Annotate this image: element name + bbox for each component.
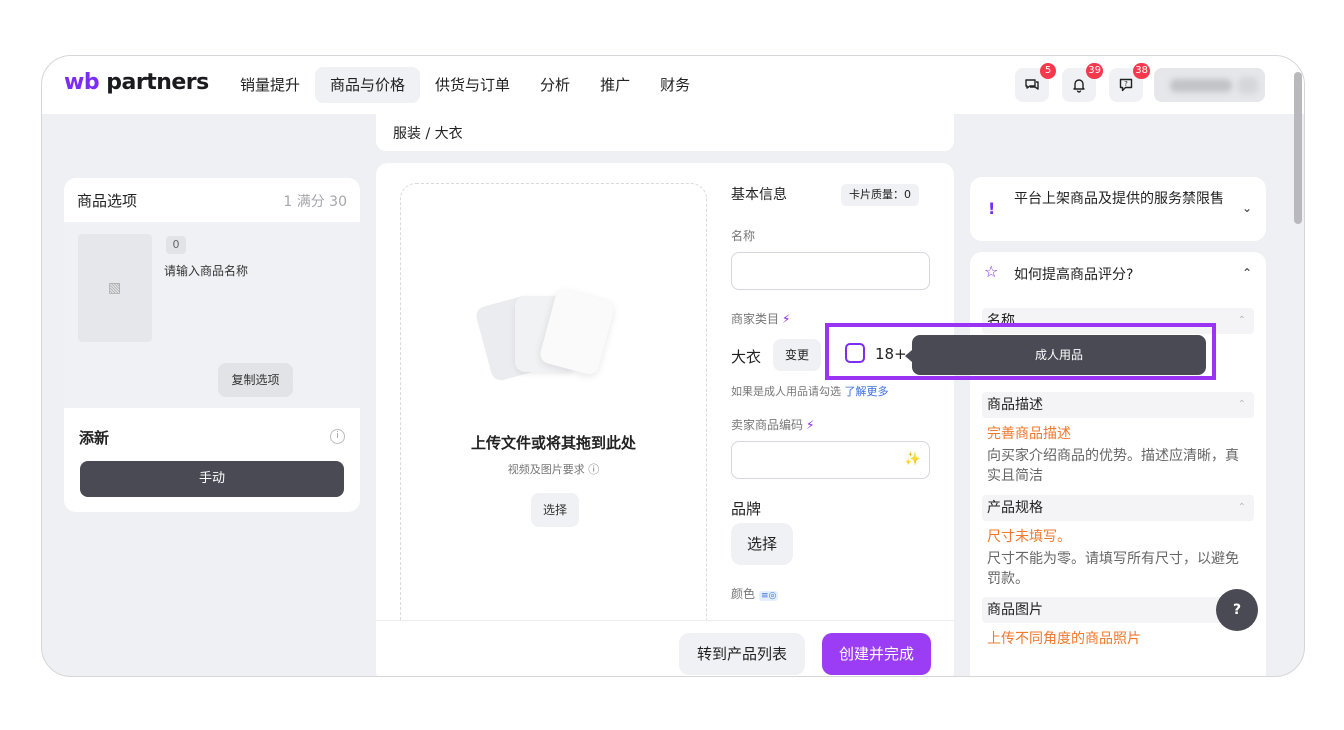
info-icon[interactable]: i (330, 429, 345, 444)
manual-button[interactable]: 手动 (80, 461, 344, 497)
color-label-row: 颜色 ≡◎ (731, 585, 779, 602)
profile-menu[interactable] (1154, 68, 1265, 102)
rating-guide-title: 如何提高商品评分? (1014, 267, 1134, 283)
learn-more-link[interactable]: 了解更多 (845, 385, 889, 398)
exclamation-icon: ! (988, 199, 996, 218)
product-options-title: 商品选项 (77, 192, 138, 210)
main-nav: 销量提升 商品与价格 供货与订单 分析 推广 财务 (225, 67, 705, 103)
magic-wand-icon[interactable]: ✨ (905, 452, 921, 467)
chat-icon (1025, 79, 1039, 90)
chevron-down-icon: ⌄ (1241, 201, 1252, 215)
upload-requirements-link[interactable]: 视频及图片要求 ⓘ (401, 461, 706, 477)
chevron-up-icon: ⌃ (1237, 502, 1246, 513)
guide-description: 尺寸不能为零。请填写所有尺寸，以避免罚款。 (987, 551, 1239, 587)
breadcrumb-card: 服装 / 大衣 (376, 113, 954, 151)
highlight-box (825, 323, 1216, 380)
nav-supplies-orders[interactable]: 供货与订单 (420, 67, 525, 103)
image-placeholder-icon: ▧ (108, 280, 122, 296)
color-label: 颜色 (731, 587, 756, 601)
guide-warning[interactable]: 上传不同角度的商品照片 (987, 628, 1141, 648)
support-badge: 38 (1133, 63, 1150, 79)
adult-hint-text: 如果是成人用品请勾选 (731, 385, 841, 398)
logo-partners: partners (106, 70, 209, 95)
prohibited-items-notice[interactable]: ! 平台上架商品及提供的服务禁限售 ⌄ (970, 177, 1266, 241)
basic-info-title: 基本信息 (731, 187, 787, 203)
product-count-pill: 0 (166, 236, 186, 254)
app-window: wb partners 销量提升 商品与价格 供货与订单 分析 推广 财务 5 … (41, 55, 1305, 677)
add-new-title: 添新 (79, 429, 110, 447)
guide-section-description[interactable]: 商品描述 ⌃ (982, 392, 1254, 418)
copy-option-button[interactable]: 复制选项 (218, 363, 293, 397)
brand-label: 品牌 (731, 500, 762, 518)
chat-button[interactable]: 5 (1015, 63, 1056, 102)
chevron-up-icon: ⌃ (1237, 399, 1246, 410)
top-navbar: wb partners 销量提升 商品与价格 供货与订单 分析 推广 财务 5 … (42, 56, 1304, 114)
notifications-badge: 39 (1086, 63, 1103, 79)
notifications-button[interactable]: 39 (1062, 63, 1103, 102)
color-picker-icon: ≡◎ (759, 591, 779, 601)
breadcrumb: 服装 / 大衣 (393, 126, 463, 142)
nav-analytics[interactable]: 分析 (525, 67, 585, 103)
card-quality-badge: 卡片质量：0 (841, 184, 919, 206)
seller-code-input[interactable]: ✨ (731, 441, 930, 479)
guide-description: 向买家介绍商品的优势。描述应清晰，真实且简洁 (987, 448, 1239, 484)
profile-avatar-blurred (1238, 77, 1258, 94)
upload-title: 上传文件或将其拖到此处 (470, 434, 636, 452)
create-and-finish-button[interactable]: 创建并完成 (822, 633, 931, 675)
support-icon: ? (1119, 78, 1133, 92)
guide-section-title: 商品描述 (987, 397, 1043, 413)
upload-dropzone[interactable]: 上传文件或将其拖到此处 视频及图片要求 ⓘ 选择 (400, 183, 707, 665)
logo-wb: wb (64, 70, 100, 95)
spark-icon: ⚡ (782, 312, 791, 326)
chevron-up-icon[interactable]: ⌃ (1242, 266, 1252, 280)
change-category-button[interactable]: 变更 (773, 339, 821, 371)
seller-code-label: 卖家商品编码 (731, 418, 804, 432)
adult-hint: 如果是成人用品请勾选 了解更多 (731, 383, 889, 399)
support-button[interactable]: ? 38 (1109, 63, 1150, 102)
guide-warning[interactable]: 尺寸未填写。 (987, 526, 1071, 546)
chevron-up-icon: ⌃ (1237, 315, 1246, 326)
guide-section-title: 商品图片 (987, 602, 1043, 618)
guide-warning[interactable]: 完善商品描述 (987, 423, 1071, 443)
form-action-bar: 转到产品列表 创建并完成 (376, 620, 954, 676)
nav-promotion[interactable]: 推广 (585, 67, 645, 103)
product-thumbnail: ▧ (78, 234, 152, 342)
svg-text:?: ? (1124, 80, 1128, 88)
guide-section-images[interactable]: 商品图片 (982, 597, 1254, 623)
product-options-score: 1 满分 30 (283, 194, 347, 210)
guide-section-title: 产品规格 (987, 500, 1043, 516)
product-options-card: 商品选项 1 满分 30 ▧ 0 请输入商品名称 复制选项 添新 i 手动 (64, 178, 360, 512)
category-label-row: 商家类目 ⚡ (731, 310, 790, 327)
bell-icon (1073, 79, 1085, 93)
name-input[interactable] (731, 252, 930, 290)
help-button[interactable]: ? (1216, 589, 1258, 631)
name-label: 名称 (731, 229, 756, 243)
scrollbar-thumb[interactable] (1294, 72, 1302, 224)
product-form-card: 上传文件或将其拖到此处 视频及图片要求 ⓘ 选择 基本信息 卡片质量：0 名称 … (376, 163, 954, 676)
product-option-item[interactable]: ▧ 0 请输入商品名称 复制选项 (64, 222, 360, 408)
spark-icon: ⚡ (806, 418, 815, 432)
upload-select-button[interactable]: 选择 (531, 493, 579, 527)
nav-sales-boost[interactable]: 销量提升 (225, 67, 315, 103)
wb-partners-logo[interactable]: wb partners (64, 70, 209, 95)
nav-finance[interactable]: 财务 (645, 67, 705, 103)
star-icon: ☆ (984, 262, 999, 281)
seller-code-label-row: 卖家商品编码 ⚡ (731, 416, 814, 433)
category-value: 大衣 (731, 348, 762, 366)
product-name-placeholder: 请输入商品名称 (164, 264, 249, 278)
brand-select-button[interactable]: 选择 (731, 523, 793, 565)
go-to-product-list-button[interactable]: 转到产品列表 (679, 633, 805, 675)
guide-section-specs[interactable]: 产品规格 ⌃ (982, 495, 1254, 521)
profile-name-blurred (1170, 79, 1232, 92)
prohibited-items-text: 平台上架商品及提供的服务禁限售 (1014, 191, 1224, 207)
nav-products-prices[interactable]: 商品与价格 (315, 67, 421, 103)
category-label: 商家类目 (731, 312, 780, 326)
chat-badge: 5 (1040, 63, 1056, 79)
